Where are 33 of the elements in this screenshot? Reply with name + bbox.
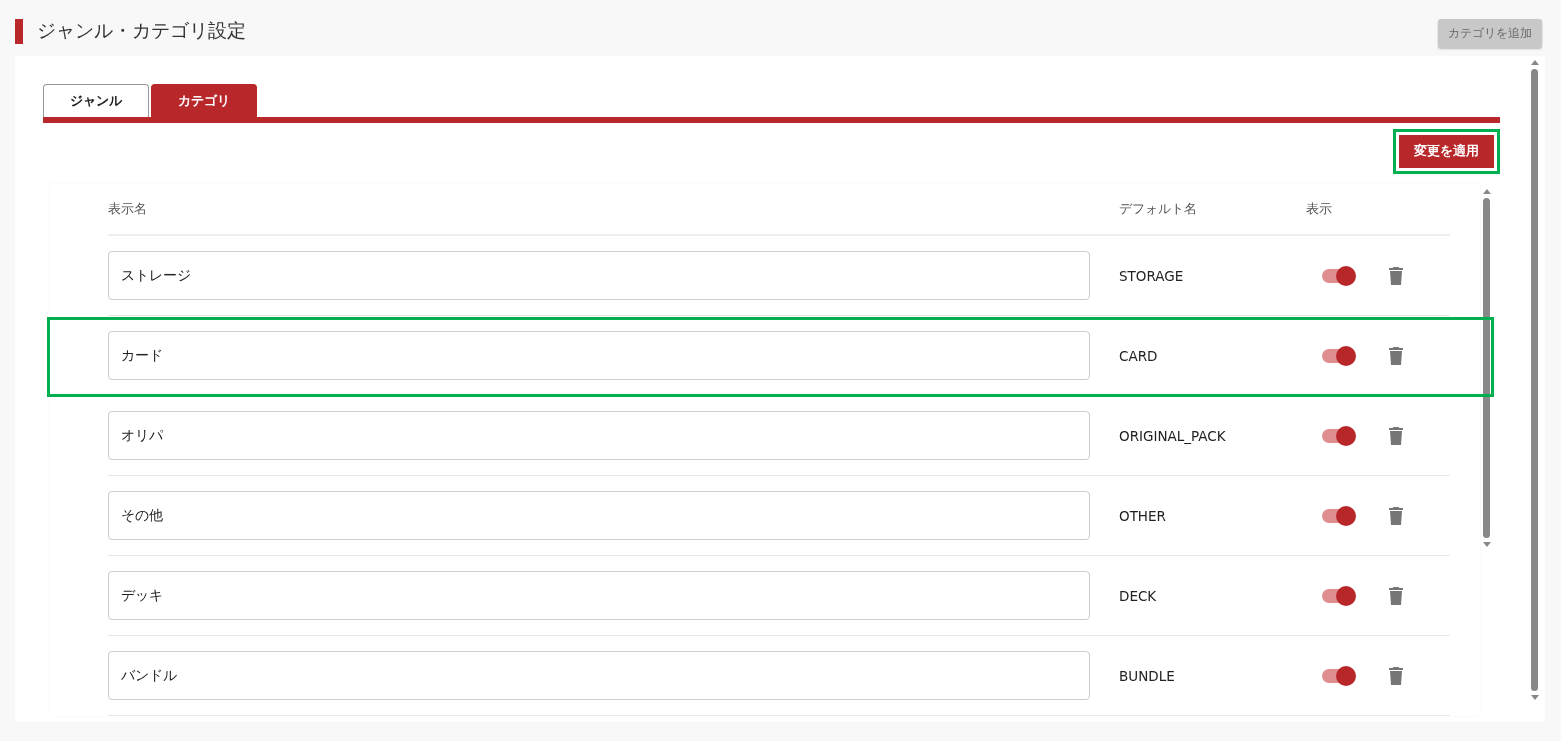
- display-name-input[interactable]: その他: [108, 491, 1090, 540]
- trash-icon[interactable]: [1389, 346, 1403, 365]
- column-header: 表示: [1306, 200, 1333, 218]
- trash-icon[interactable]: [1389, 266, 1403, 285]
- page-title: ジャンル・カテゴリ設定: [37, 18, 246, 43]
- display-name-input[interactable]: オリパ: [108, 411, 1090, 460]
- default-name: STORAGE: [1119, 267, 1185, 284]
- visibility-toggle[interactable]: [1322, 665, 1356, 686]
- trash-icon[interactable]: [1389, 426, 1403, 445]
- visibility-toggle[interactable]: [1322, 265, 1356, 286]
- default-name: BUNDLE: [1119, 667, 1176, 684]
- trash-icon[interactable]: [1389, 506, 1403, 525]
- column-header: 表示名: [108, 200, 148, 218]
- default-name: OTHER: [1119, 507, 1167, 524]
- apply-changes-button[interactable]: 変更を適用: [1399, 135, 1494, 168]
- default-name: ORIGINAL_PACK: [1119, 427, 1227, 444]
- tab[interactable]: カテゴリ: [151, 84, 257, 117]
- visibility-toggle[interactable]: [1322, 505, 1356, 526]
- display-name-input[interactable]: デッキ: [108, 571, 1090, 620]
- trash-icon[interactable]: [1389, 586, 1403, 605]
- add-category-button[interactable]: カテゴリを追加: [1438, 19, 1542, 48]
- display-name-input[interactable]: ストレージ: [108, 251, 1090, 300]
- display-name-input[interactable]: カード: [108, 331, 1090, 380]
- trash-icon[interactable]: [1389, 666, 1403, 685]
- column-header: デフォルト名: [1119, 200, 1198, 218]
- display-name-input[interactable]: バンドル: [108, 651, 1090, 700]
- visibility-toggle[interactable]: [1322, 585, 1356, 606]
- default-name: DECK: [1119, 587, 1158, 604]
- tab[interactable]: ジャンル: [43, 84, 149, 117]
- title-accent-bar: [15, 18, 23, 44]
- default-name: CARD: [1119, 347, 1159, 364]
- visibility-toggle[interactable]: [1322, 425, 1356, 446]
- visibility-toggle[interactable]: [1322, 345, 1356, 366]
